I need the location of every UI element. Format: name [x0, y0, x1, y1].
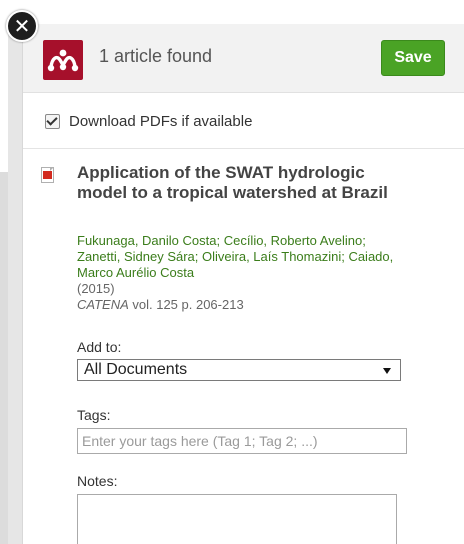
close-icon: ✕	[13, 16, 31, 38]
panel-header: 1 article found Save	[23, 24, 464, 93]
article-citation: CATENA vol. 125 p. 206-213	[77, 297, 244, 312]
pdf-file-icon	[41, 167, 54, 183]
article-volume-pages: vol. 125 p. 206-213	[128, 297, 244, 312]
article-entry: Application of the SWAT hydrologic model…	[23, 148, 464, 544]
add-to-label: Add to:	[77, 339, 122, 355]
close-button[interactable]: ✕	[6, 10, 38, 42]
tags-input[interactable]	[77, 428, 407, 454]
article-year: (2015)	[77, 281, 115, 296]
download-pdfs-label: Download PDFs if available	[69, 112, 253, 130]
article-authors: Fukunaga, Danilo Costa; Cecílio, Roberto…	[77, 233, 394, 280]
background-strip	[0, 172, 8, 544]
header-title: 1 article found	[99, 46, 213, 66]
mendeley-logo-icon	[43, 40, 83, 80]
add-to-selected-value: All Documents	[84, 361, 188, 378]
notes-label: Notes:	[77, 473, 118, 489]
article-title: Application of the SWAT hydrologic model…	[77, 163, 388, 202]
notes-textarea[interactable]	[77, 494, 397, 544]
chevron-down-icon	[383, 368, 391, 374]
panel-shadow-edge	[8, 24, 22, 544]
article-journal: CATENA	[77, 297, 129, 312]
tags-label: Tags:	[77, 407, 111, 423]
add-to-select[interactable]: All Documents	[77, 359, 401, 381]
download-pdfs-option[interactable]: Download PDFs if available	[45, 110, 252, 132]
save-button[interactable]: Save	[381, 40, 445, 76]
download-pdfs-checkbox[interactable]	[45, 113, 60, 129]
import-panel: 1 article found Save Download PDFs if av…	[22, 24, 464, 544]
